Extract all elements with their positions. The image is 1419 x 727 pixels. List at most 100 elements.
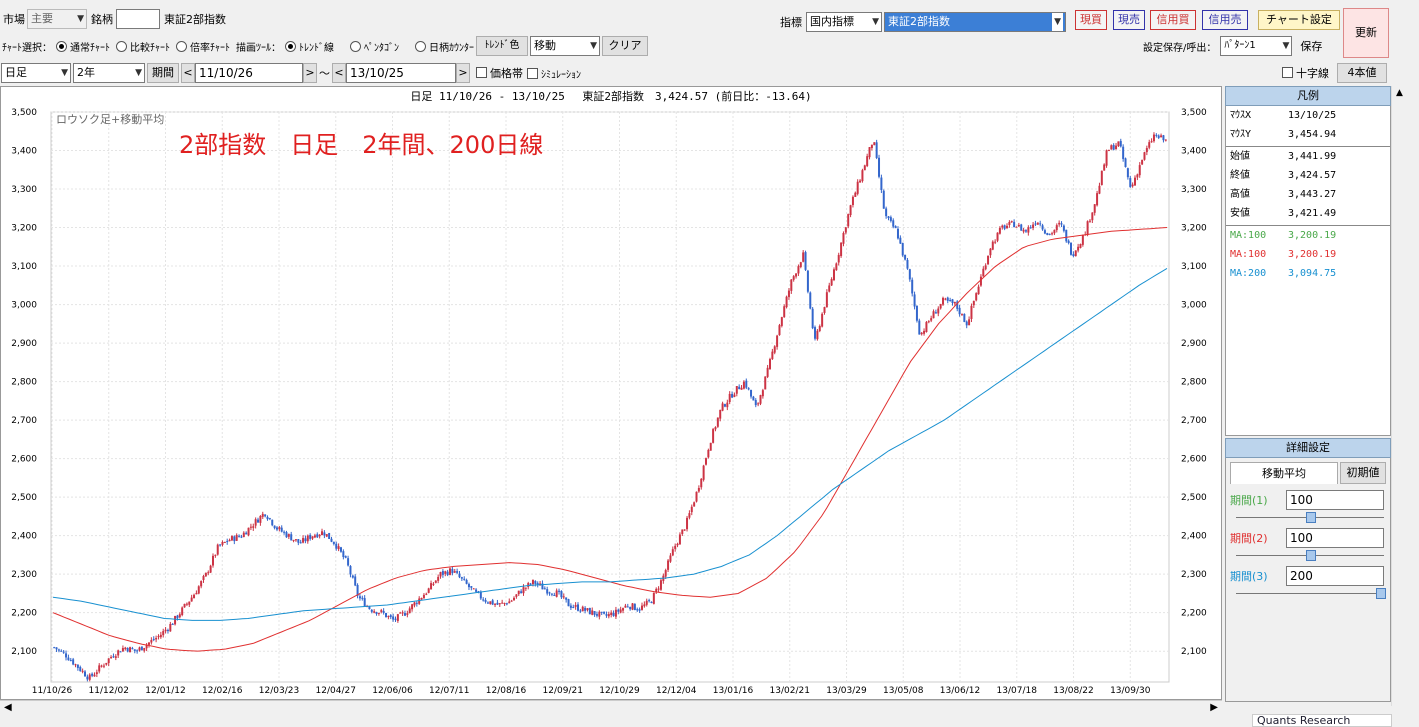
tab-moving-average[interactable]: 移動平均: [1230, 462, 1338, 484]
period2-input[interactable]: 100: [1286, 528, 1384, 548]
date-to-prev-button[interactable]: <: [332, 63, 346, 83]
radio-off-icon: [116, 40, 127, 52]
x-tick-label: 13/02/21: [770, 686, 810, 696]
initial-value-button[interactable]: 初期値: [1340, 462, 1386, 484]
genkai-button[interactable]: 現買: [1075, 10, 1107, 30]
candle-body: [112, 656, 115, 658]
radio-on-icon: [56, 40, 67, 52]
move-select[interactable]: 移動 ▼: [530, 36, 600, 56]
indicator-select[interactable]: 東証2部指数 ▼: [884, 12, 1066, 32]
simulation-label: ｼﾐｭﾚｰｼｮﾝ: [541, 69, 581, 81]
shinkai-button[interactable]: 信用買: [1150, 10, 1196, 30]
shinuri-button[interactable]: 信用売: [1202, 10, 1248, 30]
period1-slider[interactable]: [1236, 512, 1384, 524]
candle-body: [548, 592, 551, 594]
x-tick-label: 13/01/16: [713, 686, 754, 696]
refresh-button[interactable]: 更新: [1343, 8, 1389, 58]
period-button[interactable]: 期間: [147, 63, 179, 83]
candlestick-chart[interactable]: 日足 11/10/26 - 13/10/25 東証2部指数 3,424.57 (…: [1, 87, 1221, 699]
candle-body: [422, 594, 425, 599]
period3-slider[interactable]: [1236, 588, 1386, 600]
vertical-scrollbar[interactable]: ▲: [1391, 86, 1409, 706]
indicator-category-select[interactable]: 国内指標 ▼: [806, 12, 882, 32]
date-from-input[interactable]: 11/10/26: [195, 63, 303, 83]
market-label: 市場: [3, 13, 25, 26]
candle-body: [738, 386, 741, 390]
pattern-select[interactable]: ﾊﾟﾀｰﾝ1 ▼: [1220, 36, 1293, 56]
four-values-button[interactable]: 4本値: [1337, 63, 1387, 83]
date-from-next-button[interactable]: >: [303, 63, 317, 83]
chevron-down-icon: ▼: [590, 41, 597, 51]
date-to-next-button[interactable]: >: [456, 63, 470, 83]
radio-trend-line[interactable]: ﾄﾚﾝﾄﾞ線: [285, 39, 334, 54]
candle-body: [79, 667, 82, 672]
radio-compare-chart[interactable]: 比較ﾁｬｰﾄ: [116, 39, 170, 54]
horizontal-scrollbar[interactable]: ◀ ▶: [0, 700, 1222, 716]
candle-body: [550, 593, 553, 595]
simulation-checkbox[interactable]: ｼﾐｭﾚｰｼｮﾝ: [527, 66, 581, 81]
candle-body: [470, 586, 473, 588]
candle-body: [972, 300, 975, 306]
radio-off-icon: [415, 40, 426, 52]
candle-body: [178, 614, 181, 618]
radio-normal-chart[interactable]: 通常ﾁｬｰﾄ: [56, 39, 110, 54]
candle-body: [714, 427, 717, 430]
trend-color-button[interactable]: ﾄﾚﾝﾄﾞ色: [476, 36, 528, 56]
radio-day-counter[interactable]: 日柄ｶｳﾝﾀｰ: [415, 39, 474, 54]
slider-thumb[interactable]: [1306, 512, 1316, 523]
candle-body: [686, 517, 689, 530]
candle-body: [811, 308, 814, 329]
candle-body: [802, 252, 805, 262]
market-select[interactable]: 主要 ▼: [27, 9, 87, 29]
scroll-left-icon[interactable]: ◀: [4, 702, 12, 713]
span-select[interactable]: 日足 ▼: [1, 63, 71, 83]
candle-body: [207, 572, 210, 574]
draw-tool-label: 描画ﾂｰﾙ：: [236, 42, 281, 54]
symbol-input[interactable]: [116, 9, 160, 29]
radio-ratio-chart[interactable]: 倍率ﾁｬｰﾄ: [176, 39, 230, 54]
genuri-button[interactable]: 現売: [1113, 10, 1145, 30]
candle-body: [977, 286, 980, 295]
chart-settings-button[interactable]: チャート設定: [1258, 10, 1340, 30]
scroll-right-icon[interactable]: ▶: [1210, 702, 1218, 713]
slider-track: [1236, 593, 1384, 594]
crosshair-checkbox[interactable]: 十字線: [1282, 65, 1329, 81]
indicator-group: 指標 国内指標 ▼ 東証2部指数 ▼: [780, 11, 1066, 33]
clear-button[interactable]: クリア: [602, 36, 648, 56]
candle-body: [223, 541, 226, 543]
period1-input[interactable]: 100: [1286, 490, 1384, 510]
candle-body: [894, 226, 897, 229]
candle-body: [968, 319, 971, 326]
date-from-prev-button[interactable]: <: [181, 63, 195, 83]
radio-compare-label: 比較ﾁｬｰﾄ: [130, 42, 170, 54]
candle-body: [1148, 142, 1151, 148]
slider-thumb[interactable]: [1376, 588, 1386, 599]
annotation-text: 2部指数 日足 2年間、200日線: [179, 131, 543, 159]
candle-body: [131, 648, 134, 650]
slider-thumb[interactable]: [1306, 550, 1316, 561]
legend-key: 安値: [1230, 208, 1250, 219]
checkbox-icon: [1282, 67, 1293, 78]
candle-body: [1027, 227, 1030, 233]
candle-body: [1107, 150, 1110, 152]
candle-body: [908, 269, 911, 280]
price-band-checkbox[interactable]: 価格帯: [476, 65, 523, 81]
period3-input[interactable]: 200: [1286, 566, 1384, 586]
candle-body: [498, 603, 501, 605]
candle-body: [577, 604, 580, 611]
years-select[interactable]: 2年 ▼: [73, 63, 145, 83]
save-button[interactable]: 保存: [1300, 38, 1322, 54]
market-select-value: 主要: [31, 12, 53, 25]
candle-body: [937, 308, 940, 314]
chart-area[interactable]: 日足 11/10/26 - 13/10/25 東証2部指数 3,424.57 (…: [0, 86, 1222, 700]
candle-body: [636, 609, 639, 611]
period2-slider[interactable]: [1236, 550, 1384, 562]
radio-pentagon[interactable]: ﾍﾟﾝﾀｺﾞﾝ: [350, 39, 399, 54]
candle-body: [339, 547, 342, 552]
candle-body: [1150, 141, 1153, 143]
scroll-up-icon[interactable]: ▲: [1396, 88, 1403, 98]
candle-body: [982, 268, 985, 277]
y-tick-label: 2,800: [1181, 378, 1207, 388]
date-to-input[interactable]: 13/10/25: [346, 63, 456, 83]
candle-body: [1051, 233, 1054, 235]
